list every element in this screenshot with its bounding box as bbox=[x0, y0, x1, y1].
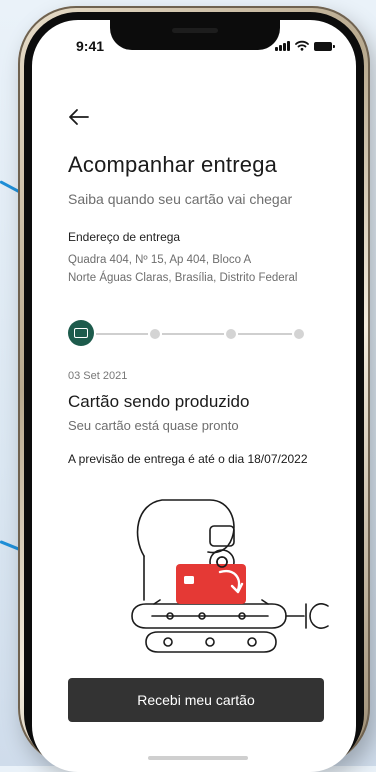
home-indicator bbox=[148, 756, 248, 760]
step-connector bbox=[238, 333, 292, 335]
phone-notch bbox=[110, 20, 280, 50]
card-received-button[interactable]: Recebi meu cartão bbox=[68, 678, 324, 722]
battery-icon bbox=[314, 42, 335, 51]
delivery-address-label: Endereço de entrega bbox=[68, 230, 181, 244]
delivery-address: Quadra 404, Nº 15, Ap 404, Bloco A Norte… bbox=[68, 251, 348, 287]
step-4-dot bbox=[294, 329, 304, 339]
status-subtitle: Seu cartão está quase pronto bbox=[68, 418, 239, 433]
page-title: Acompanhar entrega bbox=[68, 152, 278, 177]
step-connector bbox=[162, 333, 224, 335]
phone-frame: 9:41 Acompanhar entrega Saiba quando seu… bbox=[18, 6, 370, 772]
back-arrow-icon[interactable] bbox=[68, 108, 90, 126]
step-3-dot bbox=[226, 329, 236, 339]
step-connector bbox=[96, 333, 148, 335]
address-line-1: Quadra 404, Nº 15, Ap 404, Bloco A bbox=[68, 254, 252, 266]
card-factory-illustration bbox=[131, 499, 329, 653]
status-date: 03 Set 2021 bbox=[68, 370, 128, 382]
status-bar-icons bbox=[275, 40, 335, 51]
wifi-icon bbox=[295, 40, 309, 51]
status-bar-time: 9:41 bbox=[76, 38, 105, 54]
page-subtitle: Saiba quando seu cartão vai chegar bbox=[68, 191, 293, 207]
step-2-dot bbox=[150, 329, 160, 339]
delivery-progress-stepper bbox=[68, 320, 308, 350]
address-line-2: Norte Águas Claras, Brasília, Distrito F… bbox=[68, 272, 298, 284]
delivery-forecast: A previsão de entrega é até o dia 18/07/… bbox=[68, 452, 308, 466]
signal-icon bbox=[275, 41, 290, 51]
step-1-active-card-icon bbox=[68, 320, 94, 346]
status-title: Cartão sendo produzido bbox=[68, 392, 250, 411]
app-screen: 9:41 Acompanhar entrega Saiba quando seu… bbox=[32, 20, 356, 772]
